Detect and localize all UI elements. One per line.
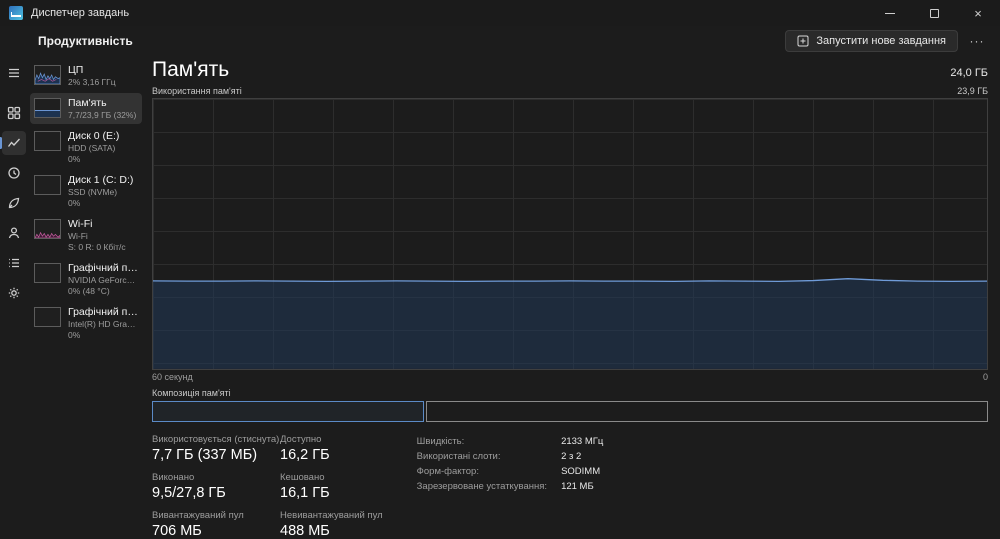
stat-paged-pool: Вивантажуваний пул 706 МБ [152, 510, 244, 539]
sidebar-item-detail2: 0% [68, 198, 81, 208]
memory-thumbnail-chart [34, 98, 61, 118]
sidebar-item-detail: NVIDIA GeForce GTX 10… [68, 275, 138, 285]
page-title: Продуктивність [38, 34, 133, 48]
sidebar-item-label: Диск 0 (E:) [68, 130, 120, 142]
sidebar-item-detail: Intel(R) HD Graphics 63… [68, 319, 138, 329]
more-options-icon: ··· [969, 34, 985, 48]
sidebar-item-gpu1[interactable]: Графічний процес… Intel(R) HD Graphics 6… [30, 302, 142, 344]
rail-item-users[interactable] [2, 221, 26, 245]
sidebar-item-detail: HDD (SATA) [68, 143, 116, 153]
memory-composition-bar [152, 400, 988, 422]
memory-stats: Використовується (стиснута) 7,7 ГБ (337 … [152, 434, 383, 539]
sidebar-item-label: Пам'ять [68, 97, 107, 109]
disk0-thumbnail-chart [34, 131, 61, 151]
spec-reserved-value: 121 МБ [561, 481, 594, 492]
sidebar-item-label: Диск 1 (C: D:) [68, 174, 134, 186]
sidebar-item-label: Графічний процес… [68, 262, 138, 274]
sidebar-item-disk1[interactable]: Диск 1 (C: D:) SSD (NVMe) 0% [30, 170, 142, 212]
spec-reserved-label: Зарезервоване устаткування: [416, 481, 548, 492]
sidebar-item-wifi[interactable]: Wi-Fi Wi-Fi S: 0 R: 0 Кбіт/с [30, 214, 142, 256]
sidebar-item-label: ЦП [68, 64, 84, 76]
sidebar-item-detail2: S: 0 R: 0 Кбіт/с [68, 242, 126, 252]
rail-item-startup-apps[interactable] [2, 191, 26, 215]
processes-icon [7, 106, 21, 120]
maximize-icon [929, 8, 939, 18]
rail-item-app-history[interactable] [2, 161, 26, 185]
maximize-button[interactable] [912, 0, 956, 26]
memory-available-segment [425, 400, 988, 422]
stat-in-use: Використовується (стиснута) 7,7 ГБ (337 … [152, 434, 280, 463]
sidebar-item-detail: 7,7/23,9 ГБ (32%) [68, 110, 137, 120]
app-history-icon [8, 167, 20, 179]
memory-usage-chart [152, 98, 988, 370]
memory-specs: Швидкість: 2133 МГц Використані слоти: 2… [417, 434, 604, 539]
spec-slots-value: 2 з 2 [561, 451, 582, 462]
spec-slots-label: Використані слоти: [416, 451, 501, 462]
chart-y-max-label: 23,9 ГБ [957, 86, 988, 96]
performance-sidebar: ЦП 2% 3,16 ГГц Пам'ять 7,7/23,9 ГБ (32%) [28, 56, 144, 539]
wifi-thumbnail-chart [34, 219, 61, 239]
close-icon: × [974, 5, 982, 21]
rail-item-processes[interactable] [2, 101, 26, 125]
gpu0-thumbnail-chart [34, 263, 61, 283]
run-new-task-icon [797, 35, 809, 47]
users-icon [8, 227, 20, 239]
memory-panel: Пам'ять 24,0 ГБ Використання пам'яті 23,… [144, 56, 1000, 539]
spec-form-factor-label: Форм-фактор: [416, 466, 479, 477]
sidebar-item-disk0[interactable]: Диск 0 (E:) HDD (SATA) 0% [30, 126, 142, 168]
spec-speed-value: 2133 МГц [561, 436, 604, 447]
navigation-rail [0, 56, 28, 539]
titlebar: Диспетчер завдань × [0, 0, 1000, 26]
chart-time-end-label: 0 [982, 371, 988, 382]
sidebar-item-detail2: 0% [68, 154, 81, 164]
sidebar-item-detail2: 0% [68, 330, 81, 340]
minimize-button[interactable] [868, 0, 912, 26]
page-header: Продуктивність Запустити нове завдання ·… [0, 26, 1000, 56]
more-options-button[interactable]: ··· [964, 30, 990, 52]
performance-icon [7, 138, 20, 147]
stat-cached: Кешовано 16,1 ГБ [280, 472, 330, 501]
services-icon [8, 287, 20, 299]
spec-speed-label: Швидкість: [416, 436, 465, 447]
sidebar-item-memory[interactable]: Пам'ять 7,7/23,9 ГБ (32%) [30, 93, 142, 124]
spec-form-factor-value: SODIMM [561, 466, 601, 477]
stat-available: Доступно 16,2 ГБ [280, 434, 330, 463]
rail-item-services[interactable] [2, 281, 26, 305]
stat-non-paged-pool: Невивантажуваний пул 488 МБ [280, 510, 383, 539]
nav-menu-button[interactable] [2, 61, 26, 85]
hamburger-icon [9, 68, 19, 78]
details-icon [9, 258, 19, 268]
chart-title: Використання пам'яті [152, 86, 242, 96]
disk1-thumbnail-chart [34, 175, 61, 195]
memory-total-capacity: 24,0 ГБ [950, 67, 988, 79]
sidebar-item-gpu0[interactable]: Графічний процес… NVIDIA GeForce GTX 10…… [30, 258, 142, 300]
memory-title: Пам'ять [152, 58, 230, 81]
run-new-task-label: Запустити нове завдання [816, 35, 946, 47]
window-title: Диспетчер завдань [31, 7, 130, 19]
rail-item-details[interactable] [2, 251, 26, 275]
memory-usage-area [153, 278, 987, 369]
task-manager-window: Диспетчер завдань × Продуктивність Запус… [0, 0, 1000, 539]
chart-time-span-label: 60 секунд [152, 371, 193, 382]
memory-in-use-segment [152, 400, 424, 422]
sidebar-item-label: Wi-Fi [68, 218, 93, 230]
sidebar-item-detail: 2% 3,16 ГГц [68, 77, 116, 87]
run-new-task-button[interactable]: Запустити нове завдання [785, 30, 958, 52]
stat-committed: Виконано 9,5/27,8 ГБ [152, 472, 226, 501]
sidebar-item-detail: Wi-Fi [68, 231, 88, 241]
task-manager-app-icon[interactable] [9, 6, 23, 20]
cpu-thumbnail-chart [34, 65, 61, 85]
gpu1-thumbnail-chart [34, 307, 61, 327]
sidebar-item-label: Графічний процес… [68, 306, 138, 318]
close-button[interactable]: × [956, 0, 1000, 26]
rail-item-performance[interactable] [0, 131, 26, 155]
sidebar-item-detail2: 0% (48 °C) [68, 286, 110, 296]
minimize-icon [885, 12, 895, 14]
sidebar-item-detail: SSD (NVMe) [68, 187, 118, 197]
startup-apps-icon [8, 197, 20, 209]
sidebar-item-cpu[interactable]: ЦП 2% 3,16 ГГц [30, 60, 142, 91]
memory-composition-label: Композиція пам'яті [152, 387, 231, 398]
